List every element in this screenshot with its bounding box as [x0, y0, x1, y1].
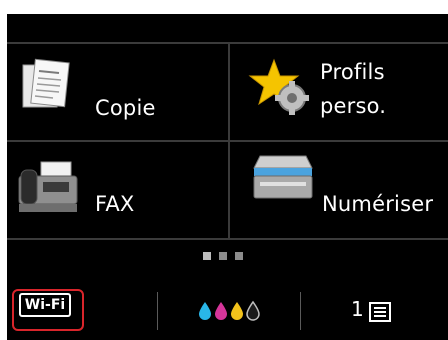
tile-scan[interactable]: Numériser: [230, 142, 448, 238]
paper-tray-number: 1: [351, 297, 364, 321]
custom-profile-star-gear-icon: [248, 58, 309, 115]
status-separator-1: [157, 292, 158, 330]
tile-copy[interactable]: Copie: [7, 44, 228, 140]
printer-touchscreen: Copie Profils perso. FAX Numériser Wi-Fi…: [7, 14, 448, 340]
tile-custom-profiles-label-line1: Profils: [320, 60, 385, 84]
status-separator-2: [300, 292, 301, 330]
tile-fax-label: FAX: [95, 192, 135, 216]
scanner-icon: [253, 155, 313, 199]
tile-fax[interactable]: FAX: [7, 142, 228, 238]
status-bar: Wi-Fi 1: [7, 282, 448, 340]
tile-copy-label: Copie: [95, 96, 156, 120]
wifi-button[interactable]: Wi-Fi: [19, 293, 71, 317]
grid-separator-vertical: [228, 42, 230, 240]
paper-tray-button[interactable]: 1: [339, 292, 419, 332]
page-dot-2: [219, 252, 227, 260]
copy-document-icon: [22, 58, 70, 108]
fax-machine-icon: [18, 161, 78, 212]
top-bar: [7, 14, 448, 42]
ink-level-icon[interactable]: [197, 300, 267, 322]
tile-custom-profiles-label-line2: perso.: [320, 94, 387, 118]
tile-scan-label: Numériser: [322, 192, 434, 216]
tile-custom-profiles[interactable]: Profils perso.: [230, 44, 448, 140]
paper-tray-icon: [369, 302, 391, 322]
page-dot-1: [203, 252, 211, 260]
page-indicator: [203, 252, 243, 260]
page-dot-3: [235, 252, 243, 260]
